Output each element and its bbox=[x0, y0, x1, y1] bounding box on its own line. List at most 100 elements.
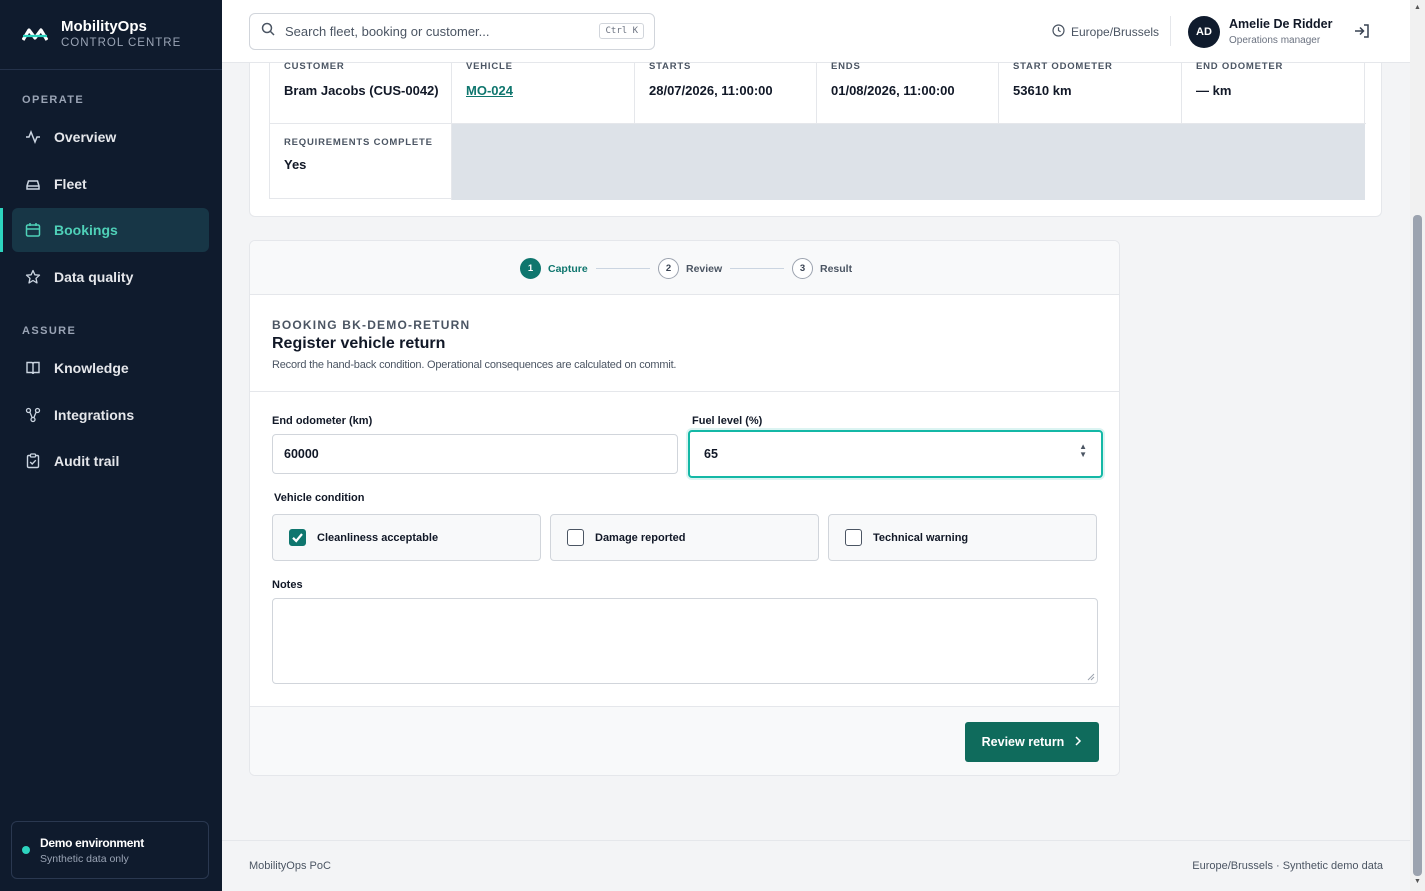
button-label: Review return bbox=[981, 735, 1065, 749]
sidebar-item-bookings[interactable]: Bookings bbox=[12, 208, 209, 252]
resize-handle-icon[interactable] bbox=[1087, 673, 1095, 681]
sidebar-item-label: Overview bbox=[54, 129, 117, 145]
sidebar-item-data-quality[interactable]: Data quality bbox=[12, 255, 209, 299]
footer-left: MobilityOps PoC bbox=[249, 860, 331, 872]
sidebar-item-knowledge[interactable]: Knowledge bbox=[12, 346, 209, 390]
detail-value: — km bbox=[1196, 83, 1232, 98]
form-description: Record the hand-back condition. Operatio… bbox=[272, 359, 677, 371]
step-review: 2 Review bbox=[658, 258, 722, 279]
detail-customer: CUSTOMER Bram Jacobs (CUS-0042) bbox=[270, 61, 452, 123]
detail-requirements: REQUIREMENTS COMPLETE Yes bbox=[270, 124, 452, 200]
detail-value: 28/07/2026, 11:00:00 bbox=[649, 83, 773, 98]
step-connector bbox=[730, 268, 784, 269]
form-header: BOOKING BK-DEMO-RETURN Register vehicle … bbox=[250, 295, 1119, 392]
return-form-card: 1 Capture 2 Review 3 Result BOOKING BK-D… bbox=[249, 240, 1120, 776]
sidebar-item-label: Data quality bbox=[54, 269, 134, 285]
brand-subtitle: CONTROL CENTRE bbox=[61, 37, 182, 49]
sidebar-item-label: Integrations bbox=[54, 407, 135, 423]
brand-name: MobilityOps bbox=[61, 18, 147, 35]
booking-details-grid: CUSTOMER Bram Jacobs (CUS-0042) VEHICLE … bbox=[269, 61, 1366, 200]
sidebar-item-audit-trail[interactable]: Audit trail bbox=[12, 439, 209, 483]
detail-label: STARTS bbox=[649, 61, 692, 72]
sidebar-item-overview[interactable]: Overview bbox=[12, 115, 209, 159]
search-icon bbox=[261, 22, 275, 41]
detail-end-odometer: END ODOMETER — km bbox=[1182, 61, 1366, 123]
checkbox[interactable] bbox=[567, 529, 584, 546]
car-icon bbox=[24, 175, 42, 193]
logout-button[interactable] bbox=[1353, 22, 1371, 45]
clipboard-check-icon bbox=[24, 452, 42, 470]
detail-value: Yes bbox=[284, 157, 307, 172]
detail-vehicle: VEHICLE MO-024 bbox=[452, 61, 635, 123]
stepper: 1 Capture 2 Review 3 Result bbox=[250, 241, 1119, 295]
timezone-label: Europe/Brussels bbox=[1071, 25, 1160, 39]
scroll-thumb[interactable] bbox=[1413, 215, 1422, 876]
detail-value: Bram Jacobs (CUS-0042) bbox=[284, 83, 439, 98]
condition-damage[interactable]: Damage reported bbox=[550, 514, 819, 561]
notes-label: Notes bbox=[272, 579, 303, 591]
sidebar-item-integrations[interactable]: Integrations bbox=[12, 393, 209, 437]
step-result: 3 Result bbox=[792, 258, 852, 279]
demo-title: Demo environment bbox=[40, 835, 144, 850]
nav-section-operate: OPERATE bbox=[22, 94, 85, 106]
end-odometer-field[interactable]: 60000 bbox=[272, 434, 678, 474]
calendar-icon bbox=[24, 221, 42, 239]
detail-label: END ODOMETER bbox=[1196, 61, 1284, 72]
detail-label: START ODOMETER bbox=[1013, 61, 1113, 72]
fuel-level-value: 65 bbox=[704, 447, 718, 461]
logout-icon bbox=[1353, 24, 1371, 44]
vehicle-link[interactable]: MO-024 bbox=[466, 83, 513, 98]
shortcut-hint: Ctrl K bbox=[599, 23, 644, 39]
page-footer: MobilityOps PoC Europe/Brussels · Synthe… bbox=[222, 840, 1410, 891]
detail-value: 53610 km bbox=[1013, 83, 1072, 98]
step-label: Result bbox=[820, 262, 853, 275]
vehicle-condition-label: Vehicle condition bbox=[274, 492, 365, 504]
chevron-right-icon bbox=[1074, 735, 1082, 749]
checkbox-checked[interactable] bbox=[289, 529, 306, 546]
scroll-up-icon[interactable]: ▲ bbox=[1414, 4, 1421, 11]
chevron-down-icon[interactable]: ▼ bbox=[1079, 451, 1087, 459]
detail-label: REQUIREMENTS COMPLETE bbox=[284, 137, 433, 148]
condition-technical-warning[interactable]: Technical warning bbox=[828, 514, 1097, 561]
detail-starts: STARTS 28/07/2026, 11:00:00 bbox=[635, 61, 817, 123]
avatar[interactable]: AD bbox=[1188, 16, 1220, 48]
condition-cleanliness[interactable]: Cleanliness acceptable bbox=[272, 514, 541, 561]
details-row-2: REQUIREMENTS COMPLETE Yes bbox=[270, 123, 1366, 200]
user-name: Amelie De Ridder bbox=[1229, 17, 1333, 31]
active-indicator bbox=[0, 208, 3, 252]
detail-value: 01/08/2026, 11:00:00 bbox=[831, 83, 955, 98]
brand[interactable]: MobilityOps CONTROL CENTRE bbox=[0, 0, 222, 70]
fuel-level-field[interactable]: 65 ▲ ▼ bbox=[688, 430, 1103, 478]
demo-environment-badge: Demo environment Synthetic data only bbox=[11, 821, 209, 879]
search-input[interactable] bbox=[285, 24, 585, 39]
step-connector bbox=[596, 268, 650, 269]
number-stepper[interactable]: ▲ ▼ bbox=[1079, 443, 1087, 459]
sidebar-item-label: Knowledge bbox=[54, 360, 129, 376]
step-number: 2 bbox=[658, 258, 679, 279]
step-number: 1 bbox=[520, 258, 541, 279]
nav-section-assure: ASSURE bbox=[22, 325, 77, 337]
checkbox[interactable] bbox=[845, 529, 862, 546]
activity-icon bbox=[24, 128, 42, 146]
detail-ends: ENDS 01/08/2026, 11:00:00 bbox=[817, 61, 999, 123]
scrollbar[interactable]: ▲ ▼ bbox=[1410, 0, 1425, 891]
sidebar-item-label: Audit trail bbox=[54, 453, 120, 469]
sidebar-item-label: Bookings bbox=[54, 222, 118, 238]
clock-icon bbox=[1052, 24, 1065, 40]
scroll-down-icon[interactable]: ▼ bbox=[1414, 878, 1421, 885]
review-return-button[interactable]: Review return bbox=[965, 722, 1099, 762]
notes-textarea[interactable] bbox=[272, 598, 1098, 684]
topbar: Ctrl K Europe/Brussels AD Amelie De Ridd… bbox=[222, 0, 1410, 63]
footer-right: Europe/Brussels · Synthetic demo data bbox=[1192, 860, 1383, 872]
detail-start-odometer: START ODOMETER 53610 km bbox=[999, 61, 1182, 123]
search-box[interactable]: Ctrl K bbox=[249, 13, 655, 50]
sidebar-item-fleet[interactable]: Fleet bbox=[12, 162, 209, 206]
detail-label: ENDS bbox=[831, 61, 861, 72]
step-label: Review bbox=[686, 262, 723, 275]
form-footer: Review return bbox=[250, 706, 1119, 775]
timezone-indicator: Europe/Brussels bbox=[1052, 24, 1159, 40]
sidebar-item-label: Fleet bbox=[54, 176, 87, 192]
booking-details-card: CUSTOMER Bram Jacobs (CUS-0042) VEHICLE … bbox=[249, 61, 1382, 217]
demo-subtitle: Synthetic data only bbox=[40, 852, 129, 865]
book-icon bbox=[24, 359, 42, 377]
